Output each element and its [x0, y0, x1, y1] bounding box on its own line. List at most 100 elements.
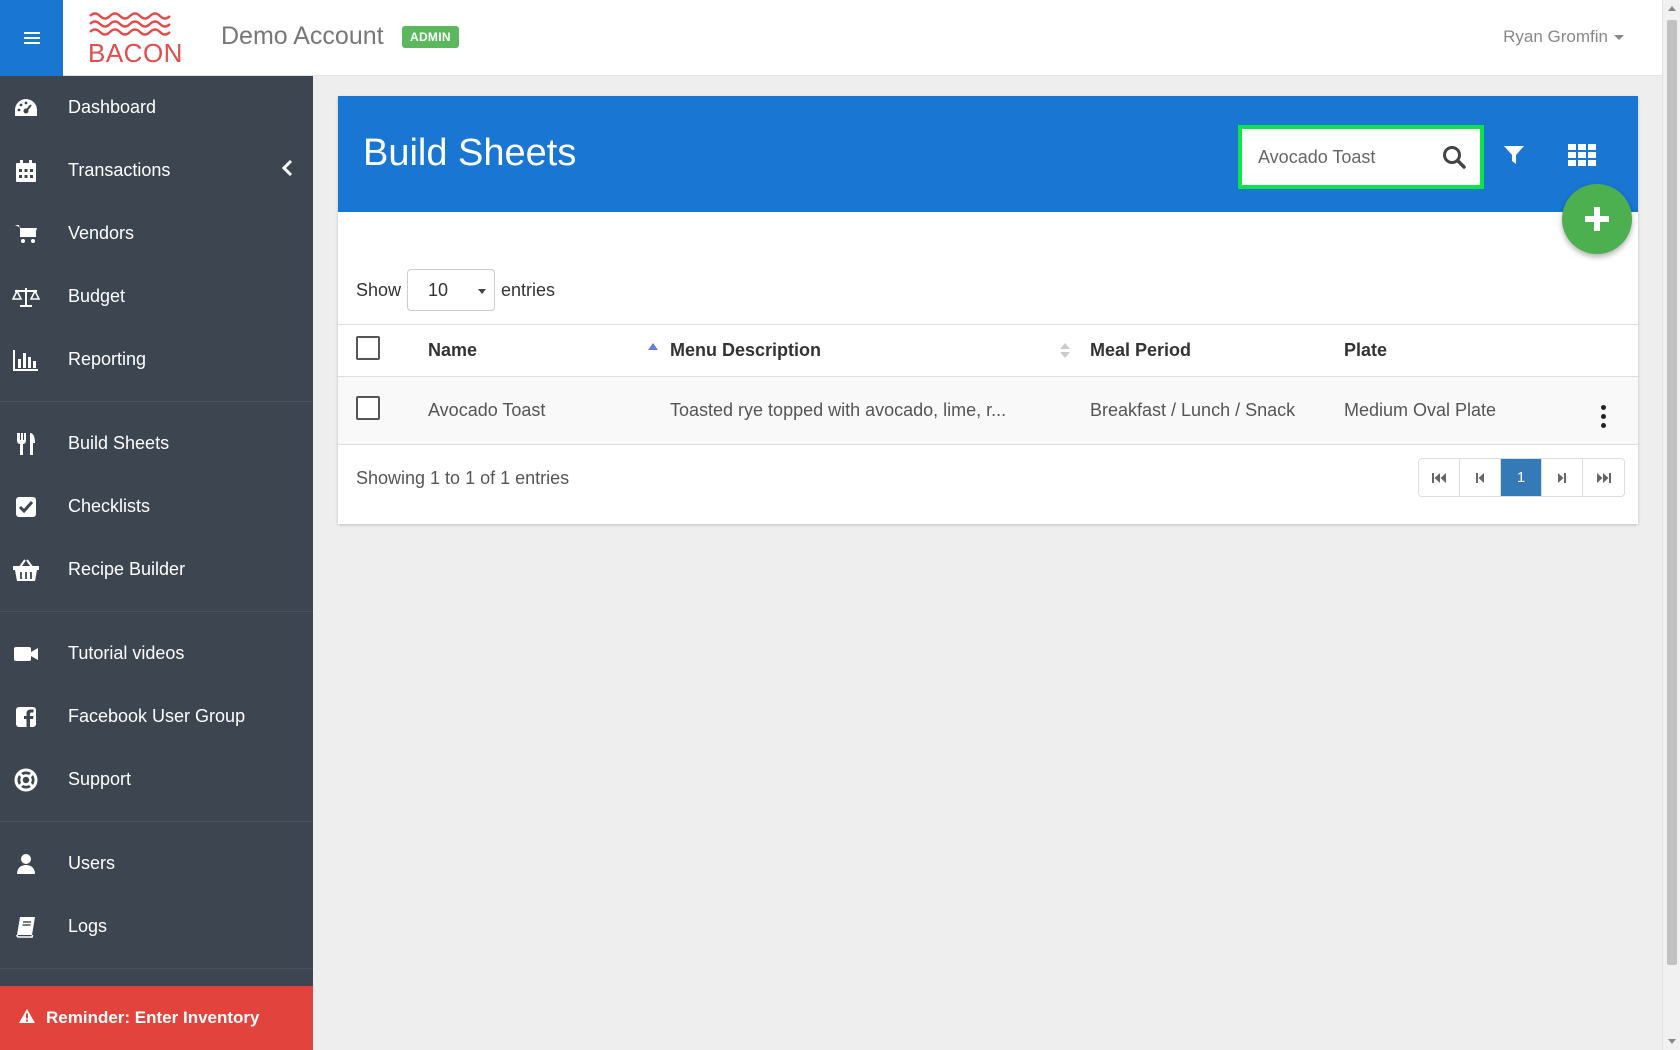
- column-label: Meal Period: [1090, 340, 1192, 360]
- filter-icon[interactable]: [1503, 144, 1525, 171]
- search-icon[interactable]: [1442, 145, 1466, 174]
- facebook-icon: [12, 703, 40, 731]
- cell-name[interactable]: Avocado Toast: [428, 376, 666, 445]
- reminder-text: Reminder: Enter Inventory: [46, 1008, 260, 1027]
- sidebar-item-build-sheets[interactable]: Build Sheets: [0, 412, 313, 475]
- first-page-button[interactable]: [1419, 459, 1460, 496]
- column-header-actions: [1568, 324, 1638, 377]
- panel-header: Build Sheets: [338, 96, 1638, 212]
- row-checkbox[interactable]: [356, 396, 380, 420]
- sidebar-item-transactions[interactable]: Transactions: [0, 139, 313, 202]
- utensils-icon: [12, 430, 40, 458]
- page-size-control: Show 10 entries: [356, 269, 555, 311]
- sidebar-item-vendors[interactable]: Vendors: [0, 202, 313, 265]
- sidebar-item-users[interactable]: Users: [0, 832, 313, 895]
- sidebar-group-kitchen: Build Sheets Checklists Recipe Builder: [0, 402, 313, 612]
- account-name: Demo Account: [221, 22, 384, 50]
- sidebar: Dashboard Transactions Vendors Budget Re…: [0, 76, 313, 1050]
- menu-toggle-button[interactable]: [0, 0, 63, 76]
- page-size-select[interactable]: 10: [407, 269, 496, 311]
- sidebar-item-budget[interactable]: Budget: [0, 265, 313, 328]
- cell-meal-period: Breakfast / Lunch / Snack: [1078, 376, 1344, 445]
- cart-icon: [12, 220, 40, 248]
- wave-logo-icon: [89, 12, 171, 36]
- sidebar-item-label: Recipe Builder: [68, 559, 186, 579]
- sidebar-item-label: Facebook User Group: [68, 706, 246, 726]
- book-icon: [12, 913, 40, 941]
- reminder-banner[interactable]: Reminder: Enter Inventory: [0, 986, 313, 1050]
- next-page-icon: [1558, 472, 1566, 483]
- sidebar-item-reporting[interactable]: Reporting: [0, 328, 313, 391]
- sidebar-item-label: Build Sheets: [68, 433, 170, 453]
- previous-page-button[interactable]: [1460, 459, 1501, 496]
- pagination: 1: [1418, 458, 1625, 497]
- user-name: Ryan Gromfin: [1503, 27, 1608, 46]
- sidebar-item-label: Logs: [68, 916, 108, 936]
- table-info: Showing 1 to 1 of 1 entries: [356, 468, 570, 488]
- cell-description: Toasted rye topped with avocado, lime, r…: [666, 376, 1078, 445]
- bacon-logo[interactable]: BACON: [88, 10, 182, 68]
- top-header: BACON Demo Account ADMIN Ryan Gromfin: [0, 0, 1662, 76]
- page-button-current[interactable]: 1: [1501, 459, 1542, 496]
- sidebar-item-logs[interactable]: Logs: [0, 895, 313, 958]
- hamburger-icon: [23, 32, 40, 45]
- dashboard-icon: [12, 94, 40, 122]
- search-input[interactable]: [1242, 129, 1432, 185]
- user-menu[interactable]: Ryan Gromfin: [1503, 27, 1624, 47]
- first-page-icon: [1432, 472, 1446, 483]
- column-header-meal-period[interactable]: Meal Period: [1078, 324, 1344, 377]
- column-header-plate[interactable]: Plate: [1344, 324, 1568, 377]
- search-box: [1238, 125, 1484, 189]
- build-sheets-panel: Build Sheets Show 10 entries: [338, 96, 1638, 524]
- caret-down-icon: [1614, 35, 1624, 41]
- sidebar-item-facebook-group[interactable]: Facebook User Group: [0, 685, 313, 748]
- select-all-checkbox[interactable]: [356, 336, 380, 360]
- chevron-left-icon[interactable]: [281, 159, 293, 182]
- cell-plate: Medium Oval Plate: [1344, 376, 1568, 445]
- entries-label: entries: [501, 279, 556, 300]
- show-label: Show: [356, 279, 402, 300]
- sidebar-item-label: Vendors: [68, 223, 135, 243]
- sidebar-item-recipe-builder[interactable]: Recipe Builder: [0, 538, 313, 601]
- sidebar-group-admin: Users Logs: [0, 822, 313, 969]
- sidebar-item-checklists[interactable]: Checklists: [0, 475, 313, 538]
- row-actions-cell: [1568, 376, 1638, 445]
- grid-view-icon[interactable]: [1568, 144, 1596, 171]
- add-build-sheet-button[interactable]: [1562, 184, 1632, 254]
- select-all-cell: [338, 324, 428, 377]
- warning-icon: [18, 1008, 36, 1029]
- column-label: Menu Description: [670, 340, 822, 360]
- video-camera-icon: [12, 640, 40, 668]
- column-header-menu-description[interactable]: Menu Description: [666, 324, 1078, 377]
- last-page-icon: [1596, 472, 1611, 483]
- more-options-icon[interactable]: [1600, 404, 1606, 428]
- previous-page-icon: [1476, 472, 1484, 483]
- sidebar-item-label: Support: [68, 769, 132, 789]
- sort-icon: [1060, 343, 1070, 359]
- column-label: Plate: [1344, 340, 1388, 360]
- page-title: Build Sheets: [363, 132, 577, 174]
- scroll-up-icon[interactable]: [1668, 6, 1676, 11]
- next-page-button[interactable]: [1542, 459, 1583, 496]
- scrollbar-thumb[interactable]: [1667, 20, 1677, 965]
- sidebar-item-dashboard[interactable]: Dashboard: [0, 76, 313, 139]
- sort-ascending-icon: [648, 343, 658, 350]
- logo-text: BACON: [88, 38, 183, 68]
- sidebar-item-label: Checklists: [68, 496, 151, 516]
- admin-badge: ADMIN: [402, 26, 459, 48]
- basket-icon: [12, 556, 40, 584]
- balance-scale-icon: [12, 283, 40, 311]
- caret-down-icon: [478, 289, 487, 294]
- sidebar-item-tutorial-videos[interactable]: Tutorial videos: [0, 622, 313, 685]
- table-row[interactable]: Avocado Toast Toasted rye topped with av…: [338, 376, 1638, 445]
- sidebar-item-support[interactable]: Support: [0, 748, 313, 811]
- column-header-name[interactable]: Name: [428, 324, 666, 377]
- build-sheets-table: Name Menu Description Meal Period Plate: [338, 324, 1638, 445]
- row-select-cell: [338, 376, 428, 445]
- sidebar-item-label: Dashboard: [68, 97, 157, 117]
- last-page-button[interactable]: [1583, 459, 1624, 496]
- scroll-down-icon[interactable]: [1668, 1039, 1676, 1044]
- page-scrollbar[interactable]: [1662, 0, 1680, 1050]
- plus-icon: [1585, 207, 1609, 231]
- sidebar-group-main: Dashboard Transactions Vendors Budget Re…: [0, 76, 313, 402]
